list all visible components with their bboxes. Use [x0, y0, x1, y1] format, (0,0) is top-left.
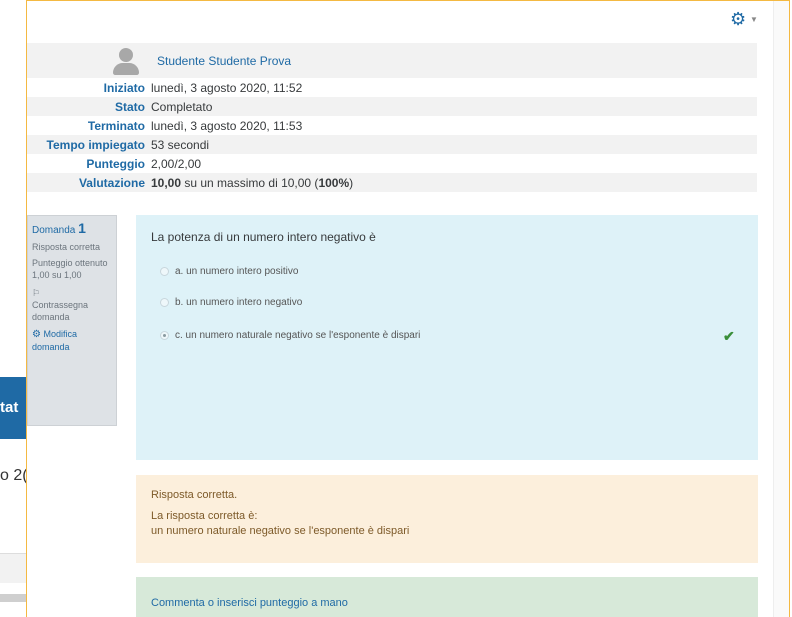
- summary-label: Iniziato: [103, 80, 145, 95]
- scrollbar[interactable]: [773, 1, 789, 617]
- summary-value: 2,00/2,00: [151, 156, 202, 171]
- summary-value: 53 secondi: [151, 137, 210, 152]
- summary-value: lunedì, 3 agosto 2020, 11:52: [151, 80, 303, 95]
- checkmark-icon: ✔: [723, 328, 735, 344]
- summary-row-grade: Valutazione 10,00 su un massimo di 10,00…: [27, 173, 757, 192]
- summary-value: lunedì, 3 agosto 2020, 11:53: [151, 118, 303, 133]
- gear-icon: ⚙: [32, 329, 41, 340]
- user-name-link[interactable]: Studente Studente Prova: [151, 54, 291, 68]
- summary-value: Completato: [151, 99, 213, 114]
- grade-value: 10,00: [151, 175, 182, 190]
- summary-value: 10,00 su un massimo di 10,00 (100%): [151, 176, 353, 190]
- comment-box: Commenta o inserisci punteggio a mano: [136, 577, 758, 617]
- answer-option-c[interactable]: c. un numero naturale negativo se l'espo…: [160, 330, 420, 341]
- feedback-box: Risposta corretta. La risposta corretta …: [136, 475, 758, 563]
- summary-row-started: Iniziato lunedì, 3 agosto 2020, 11:52: [27, 78, 757, 97]
- background-text-fragment: o 2(: [0, 467, 28, 484]
- correct-answer-label: La risposta corretta è:: [151, 510, 258, 522]
- summary-label: Tempo impiegato: [46, 137, 145, 152]
- summary-row-user: Studente Studente Prova: [27, 43, 757, 78]
- question-text: La potenza di un numero intero negativo …: [151, 230, 376, 244]
- radio-button[interactable]: [160, 298, 169, 307]
- grade-mid-text: su un massimo di 10,00 (: [181, 175, 319, 190]
- summary-label: Terminato: [87, 118, 145, 133]
- summary-row-time-taken: Tempo impiegato 53 secondi: [27, 135, 757, 154]
- answer-label: a. un numero intero positivo: [175, 266, 299, 277]
- grade-end-text: ): [349, 175, 354, 190]
- chevron-down-icon[interactable]: ▼: [750, 15, 758, 24]
- user-avatar-icon: [27, 43, 151, 78]
- question-state: Risposta corretta: [32, 242, 101, 252]
- question-info-panel: Domanda 1 Risposta corretta Punteggio ot…: [27, 215, 117, 426]
- summary-row-state: Stato Completato: [27, 97, 757, 116]
- summary-label: Stato: [115, 99, 145, 114]
- summary-label: Punteggio: [86, 156, 145, 171]
- answer-label: c. un numero naturale negativo se l'espo…: [175, 330, 421, 341]
- quiz-review-window: ⚙ ▼ Studente Studente Prova Iniziato lun…: [26, 0, 790, 617]
- question-content: La potenza di un numero intero negativo …: [136, 215, 758, 460]
- radio-button-checked[interactable]: [160, 331, 169, 340]
- window-content: ⚙ ▼ Studente Studente Prova Iniziato lun…: [27, 1, 773, 617]
- question-number: Domanda 1: [32, 220, 112, 237]
- flag-icon: ⚐: [32, 288, 41, 298]
- question-grade: Punteggio ottenuto 1,00 su 1,00: [32, 258, 108, 280]
- attempt-summary-table: Studente Studente Prova Iniziato lunedì,…: [27, 43, 757, 192]
- background-heading-fragment: tat: [0, 399, 19, 416]
- correct-answer-text: un numero naturale negativo se l'esponen…: [151, 525, 410, 537]
- summary-label: Valutazione: [78, 175, 145, 190]
- summary-row-marks: Punteggio 2,00/2,00: [27, 154, 757, 173]
- answer-label: b. un numero intero negativo: [175, 297, 303, 308]
- flag-question-label: Contrassegna domanda: [32, 300, 89, 322]
- gear-icon[interactable]: ⚙: [730, 10, 746, 28]
- grade-percent: 100%: [318, 175, 350, 190]
- flag-question-toggle[interactable]: ⚐ Contrassegna domanda: [32, 287, 112, 323]
- question-number-value: 1: [78, 220, 86, 236]
- answer-option-a[interactable]: a. un numero intero positivo: [160, 266, 298, 277]
- edit-question-link[interactable]: ⚙ Modifica domanda: [32, 328, 112, 353]
- radio-button[interactable]: [160, 267, 169, 276]
- answer-option-b[interactable]: b. un numero intero negativo: [160, 297, 302, 308]
- summary-row-finished: Terminato lunedì, 3 agosto 2020, 11:53: [27, 116, 757, 135]
- comment-link[interactable]: Commenta o inserisci punteggio a mano: [151, 597, 348, 609]
- question-number-label: Domanda: [32, 225, 76, 236]
- feedback-result: Risposta corretta.: [151, 489, 238, 501]
